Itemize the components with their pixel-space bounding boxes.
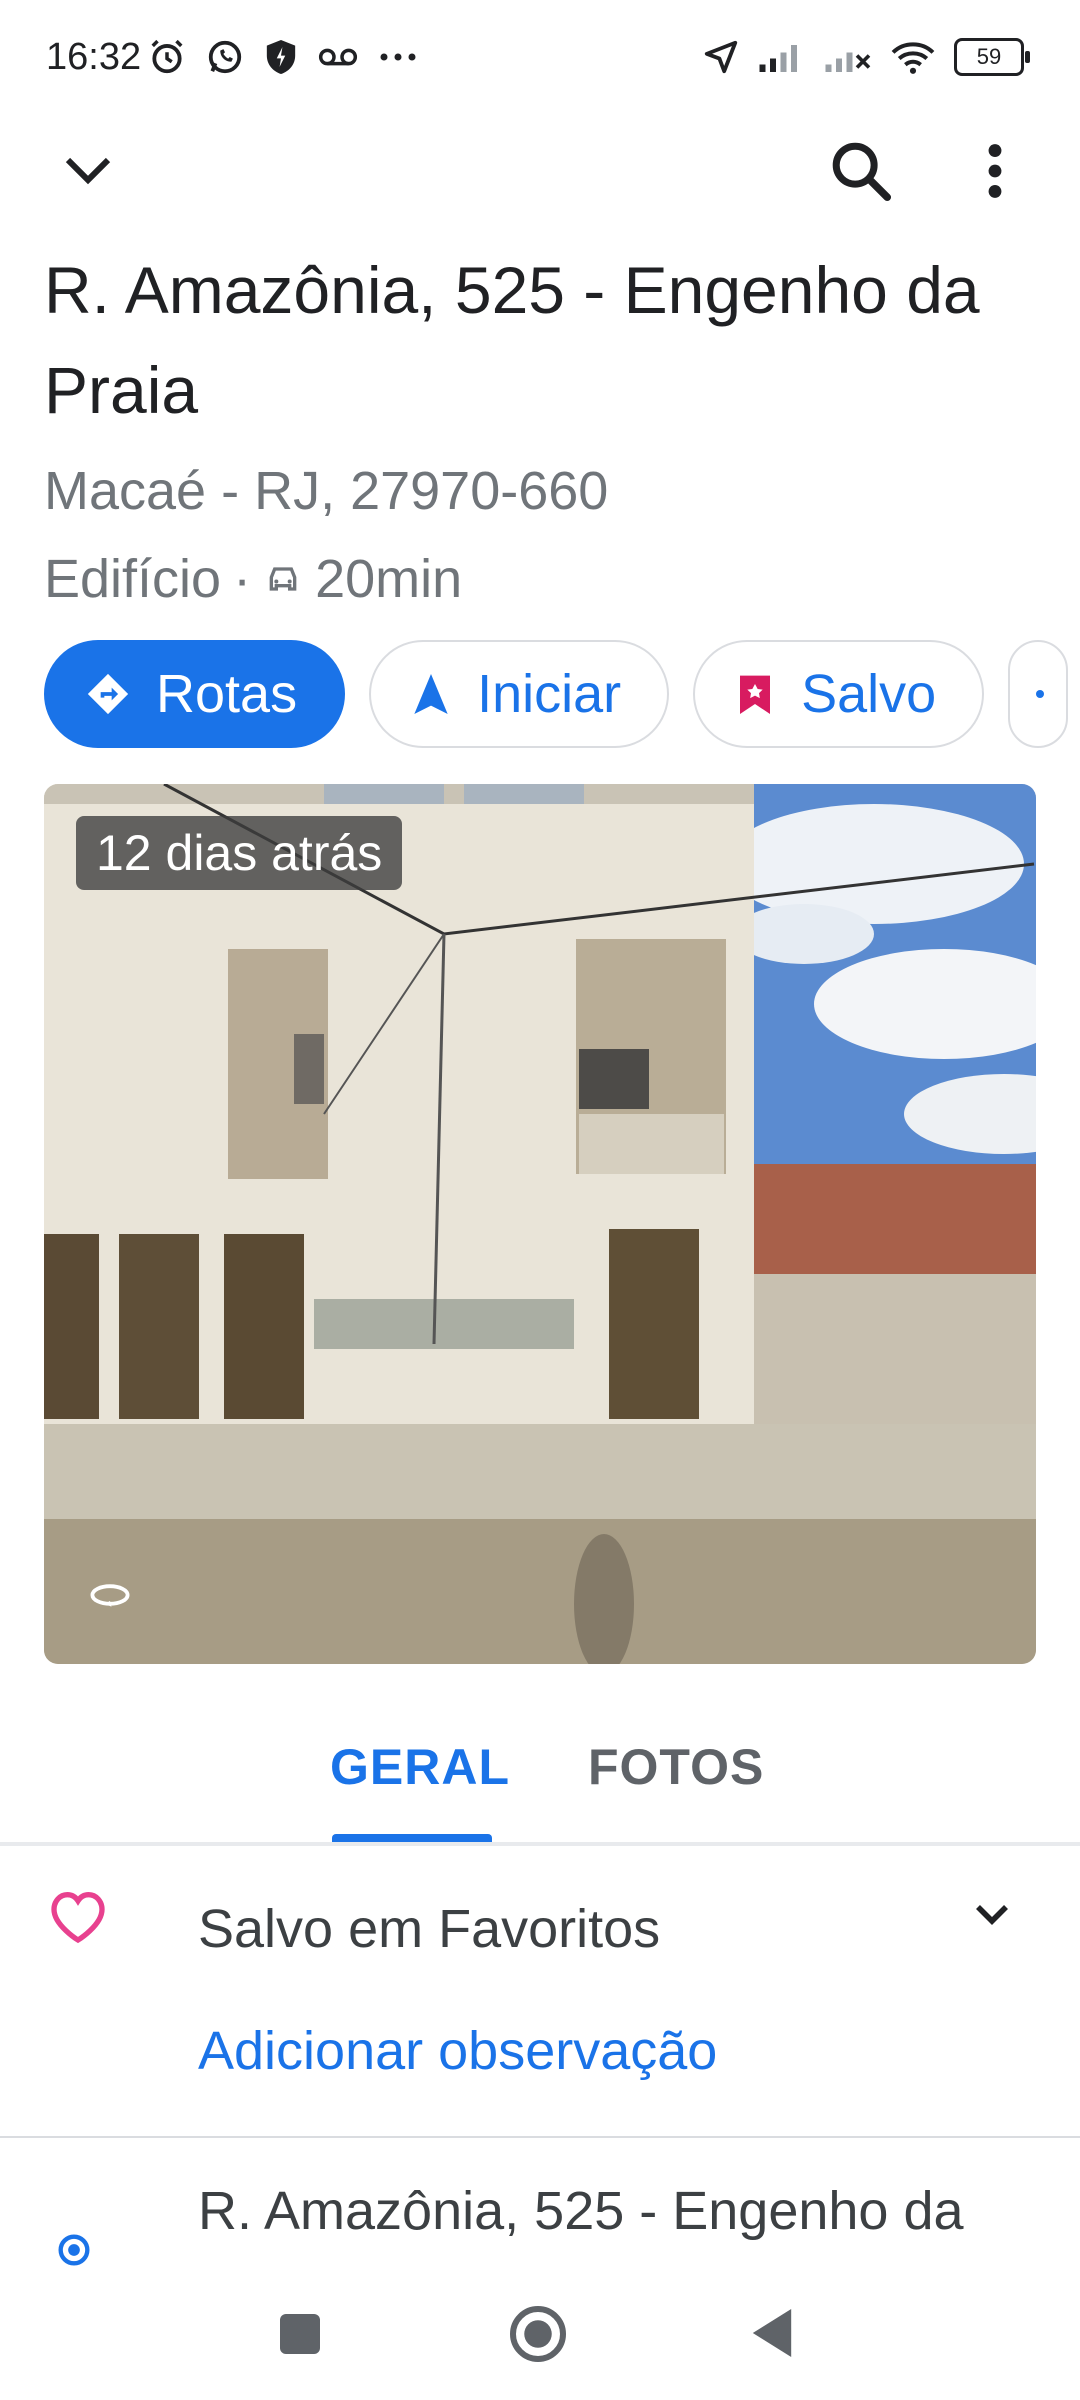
place-title: R. Amazônia, 525 - Engenho da Praia — [44, 253, 980, 427]
more-dots-icon — [380, 53, 416, 61]
place-subtitle: Macaé - RJ, 27970-660 — [44, 461, 609, 521]
status-bar: 16:32 59 — [0, 0, 1080, 120]
alarm-icon — [151, 39, 183, 74]
rotate-360-icon[interactable] — [88, 1580, 132, 1610]
drive-time: 20min — [315, 549, 463, 609]
place-meta: Edifício · 20min — [44, 548, 462, 610]
street-view-image — [44, 784, 1036, 1664]
back-button[interactable] — [748, 2306, 796, 2360]
saved-list-label[interactable]: Salvo em Favoritos — [198, 1898, 660, 1960]
tab-geral[interactable]: GERAL — [330, 1738, 510, 1796]
place-category: Edifício — [44, 549, 222, 609]
expand-chevron-icon[interactable] — [964, 1886, 1020, 1942]
location-pin-icon — [58, 2234, 90, 2266]
directions-icon — [87, 673, 129, 715]
saved-button[interactable]: Salvo — [693, 640, 985, 748]
tab-divider — [0, 1842, 1080, 1846]
action-chips: Rotas Iniciar Salvo — [44, 640, 1069, 748]
start-button[interactable]: Iniciar — [369, 640, 670, 748]
home-button[interactable] — [508, 2304, 568, 2364]
shield-icon — [266, 40, 296, 74]
add-note-link[interactable]: Adicionar observação — [198, 2020, 717, 2082]
status-icons-right: 59 — [702, 38, 1030, 76]
search-icon[interactable] — [826, 136, 896, 206]
signal-icon — [759, 45, 797, 72]
collapse-chevron-icon[interactable] — [58, 140, 118, 200]
bookmark-icon — [740, 675, 771, 714]
more-actions-icon — [1036, 690, 1045, 698]
recents-button[interactable] — [280, 2314, 320, 2354]
battery-icon: 59 — [954, 38, 1030, 76]
start-label: Iniciar — [477, 664, 622, 724]
status-time: 16:32 — [46, 36, 142, 78]
whatsapp-icon — [208, 40, 242, 74]
directions-label: Rotas — [156, 664, 298, 724]
tab-fotos[interactable]: FOTOS — [588, 1738, 764, 1796]
meta-separator: · — [233, 549, 252, 609]
car-icon — [269, 567, 297, 591]
more-actions-chip[interactable] — [1008, 640, 1069, 748]
voicemail-icon — [318, 48, 358, 66]
street-view-photo[interactable] — [44, 784, 1036, 1664]
address-row[interactable]: R. Amazônia, 525 - Engenho da — [198, 2180, 964, 2242]
heart-icon — [51, 1891, 105, 1944]
tab-bar: GERAL FOTOS — [0, 1700, 1080, 1842]
signal-off-icon — [825, 52, 871, 72]
location-arrow-icon — [704, 40, 738, 74]
section-divider — [0, 2136, 1080, 2138]
photo-date-badge: 12 dias atrás — [76, 816, 403, 890]
directions-button[interactable]: Rotas — [44, 640, 346, 748]
navigation-icon — [414, 674, 448, 714]
more-options-icon[interactable] — [960, 136, 1030, 206]
status-icons-left — [148, 38, 418, 76]
tab-indicator — [332, 1834, 492, 1842]
saved-label: Salvo — [801, 664, 937, 724]
wifi-icon — [891, 42, 935, 74]
